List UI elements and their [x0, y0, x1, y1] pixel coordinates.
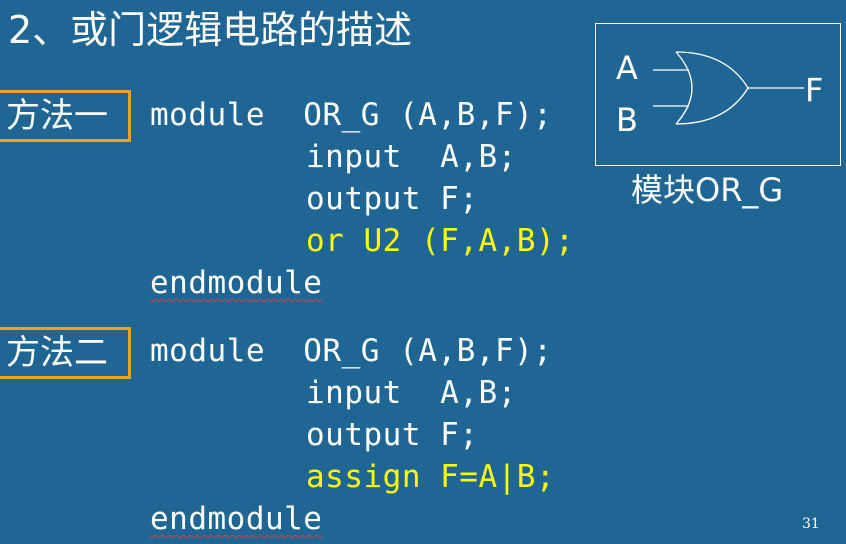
method-two-endmodule: endmodule: [150, 498, 322, 540]
method-one-label: 方法一: [0, 90, 131, 142]
method-two-endmodule-text: endmodule: [150, 501, 323, 537]
method-one-endmodule: endmodule: [150, 262, 322, 304]
method-one-endmodule-text: endmodule: [150, 265, 323, 301]
or-gate-back-curve: [675, 51, 693, 125]
input-a-label: A: [616, 49, 638, 87]
method-two-output-line: output F;: [306, 417, 479, 453]
output-f-label: F: [805, 71, 824, 109]
method-one-input-line: input A,B;: [306, 139, 517, 175]
or-gate-diagram: A B F: [595, 23, 841, 166]
input-b-label: B: [616, 101, 638, 139]
page-number: 31: [802, 516, 820, 532]
method-two-assign-line: assign F=A|B;: [306, 459, 556, 495]
method-one-module-line: module OR_G (A,B,F);: [150, 97, 553, 133]
module-caption: 模块OR_G: [631, 171, 784, 209]
method-two-module-line: module OR_G (A,B,F);: [150, 333, 553, 369]
method-two-label: 方法二: [0, 327, 131, 379]
method-two-input-line: input A,B;: [306, 375, 517, 411]
or-gate-symbol: [653, 51, 804, 125]
slide-title: 2、或门逻辑电路的描述: [8, 8, 413, 52]
method-one-gate-line: or U2 (F,A,B);: [306, 223, 575, 259]
method-one-output-line: output F;: [306, 181, 479, 217]
